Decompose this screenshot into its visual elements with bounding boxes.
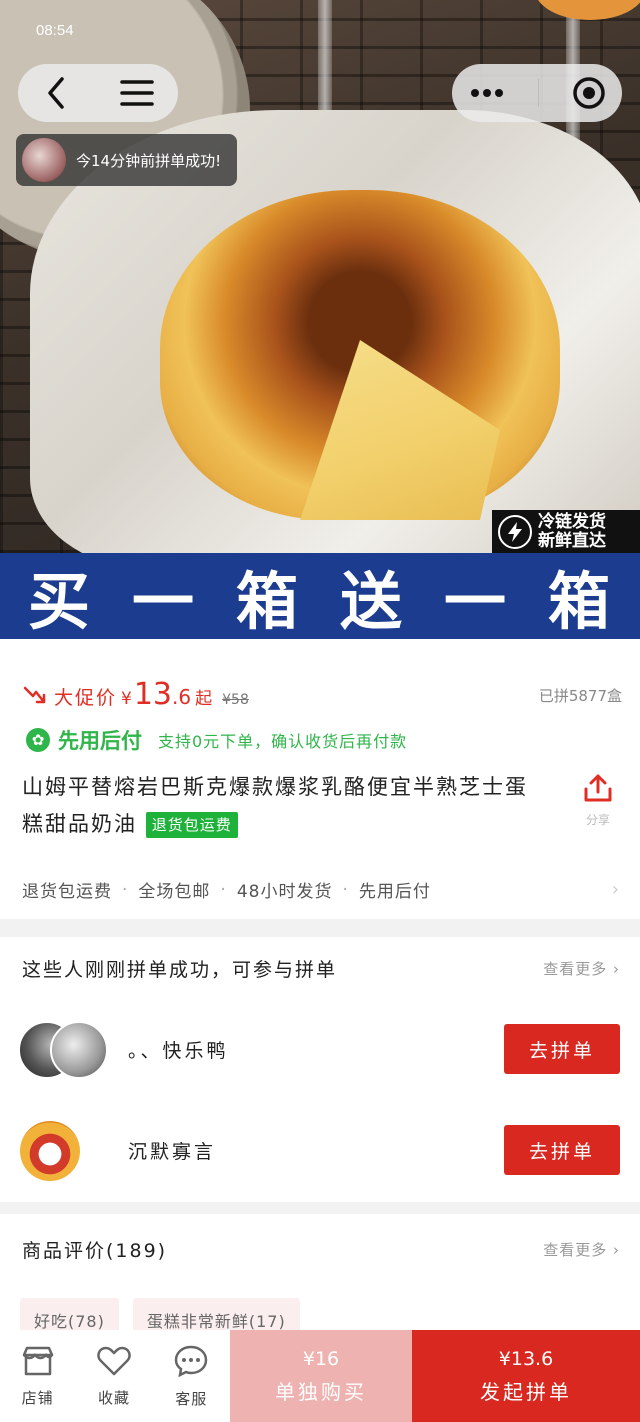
price-label: 大促价 xyxy=(54,687,118,709)
service-item: 先用后付 xyxy=(358,882,431,902)
service-guarantees[interactable]: 退货包运费 · 全场包邮 · 48小时发货 · 先用后付 › xyxy=(22,877,620,902)
price-currency: ¥ xyxy=(121,689,132,709)
group-leader-name: 。、快乐鸭 xyxy=(128,1039,229,1062)
promo-char: 送 xyxy=(339,565,404,638)
reviews-heading: 商品评价(189) xyxy=(22,1240,168,1262)
separator-dot: · xyxy=(122,879,129,900)
group-buy-heading: 这些人刚刚拼单成功，可参与拼单 xyxy=(22,959,338,981)
product-title-text: 山姆平替熔岩巴斯克爆款爆浆乳酪便宜半熟芝士蛋糕甜品奶油 xyxy=(22,775,528,836)
pay-later-desc: 支持0元下单，确认收货后再付款 xyxy=(158,732,408,751)
start-group-price: ¥13.6 xyxy=(498,1347,554,1370)
tab-customer-service[interactable]: 客服 xyxy=(173,1344,209,1409)
back-button[interactable] xyxy=(42,75,72,111)
recent-group-ticker: 今14分钟前拼单成功! xyxy=(16,134,238,186)
start-group-button[interactable]: ¥13.6 发起拼单 xyxy=(412,1330,640,1422)
nav-capsule-right xyxy=(452,64,622,122)
reviews-header: 商品评价(189) 查看更多 › xyxy=(22,1236,620,1263)
tab-favorite[interactable]: 收藏 xyxy=(96,1345,132,1408)
ticker-text: 今14分钟前拼单成功! xyxy=(76,151,222,170)
menu-icon xyxy=(120,80,154,106)
promo-char: 一 xyxy=(443,565,508,638)
menu-button[interactable] xyxy=(120,78,154,108)
group-buy-row: 。、快乐鸭 去拼单 xyxy=(0,1019,640,1079)
service-item: 全场包邮 xyxy=(138,882,211,902)
group-avatars xyxy=(18,1019,128,1079)
promo-char: 一 xyxy=(131,565,196,638)
bottom-tabs: 店铺 收藏 客服 xyxy=(0,1330,230,1422)
tab-customer-service-label: 客服 xyxy=(175,1389,208,1408)
buy-single-label: 单独购买 xyxy=(275,1379,367,1404)
cold-chain-line1: 冷链发货 xyxy=(538,511,606,532)
lightning-icon xyxy=(498,514,532,549)
cold-chain-badge: 冷链发货 新鲜直达 xyxy=(492,510,640,553)
avatar xyxy=(50,1021,108,1079)
buy-single-button[interactable]: ¥16 单独购买 xyxy=(230,1330,412,1422)
more-button[interactable] xyxy=(469,87,505,99)
leaf-icon: ✿ xyxy=(26,728,50,752)
avatar xyxy=(20,1121,80,1181)
group-buy-header: 这些人刚刚拼单成功，可参与拼单 查看更多 › xyxy=(22,955,620,982)
target-icon xyxy=(572,77,605,109)
return-shipping-tag: 退货包运费 xyxy=(145,812,238,838)
start-group-label: 发起拼单 xyxy=(480,1379,572,1404)
close-miniprogram-button[interactable] xyxy=(572,76,606,110)
tab-favorite-label: 收藏 xyxy=(97,1388,130,1407)
separator-dot: · xyxy=(342,879,349,900)
ticker-avatar xyxy=(22,138,66,182)
original-price: ¥58 xyxy=(222,692,249,708)
bottom-action-bar: 店铺 收藏 客服 ¥16 单独购买 ¥13.6 发起拼单 xyxy=(0,1330,640,1422)
price-drop-icon xyxy=(23,686,46,703)
promo-char: 买 xyxy=(27,565,92,638)
promo-banner[interactable]: 买 一 箱 送 一 箱 xyxy=(0,553,640,639)
pay-later-title: 先用后付 xyxy=(58,729,142,753)
reviews-more-link[interactable]: 查看更多 › xyxy=(543,1239,620,1260)
reviews-more-text: 查看更多 xyxy=(543,1241,608,1259)
product-info-card: 大促价 ¥ 13 .6 起 ¥58 已拼5877盒 ✿ 先用后付 支持0元下单，… xyxy=(0,639,640,919)
group-avatars xyxy=(18,1120,128,1181)
buy-single-price: ¥16 xyxy=(302,1347,340,1370)
join-group-button[interactable]: 去拼单 xyxy=(504,1125,620,1175)
join-group-button[interactable]: 去拼单 xyxy=(504,1024,620,1074)
share-icon xyxy=(584,774,612,802)
nav-capsule-left xyxy=(18,64,178,122)
group-buy-more-text: 查看更多 xyxy=(543,960,608,978)
share-button[interactable]: 分享 xyxy=(578,773,618,828)
sold-count: 已拼5877盒 xyxy=(538,687,622,705)
cold-chain-line2: 新鲜直达 xyxy=(538,530,606,551)
group-buy-row: 沉默寡言 去拼单 xyxy=(0,1120,640,1181)
product-title: 山姆平替熔岩巴斯克爆款爆浆乳酪便宜半熟芝士蛋糕甜品奶油 退货包运费 xyxy=(22,769,542,843)
chevron-left-icon xyxy=(48,77,64,109)
chat-icon xyxy=(175,1345,208,1377)
status-time: 08:54 xyxy=(36,22,74,39)
separator-dot: · xyxy=(220,879,227,900)
group-buy-section: 这些人刚刚拼单成功，可参与拼单 查看更多 › 。、快乐鸭 去拼单 沉默寡言 去拼… xyxy=(0,937,640,1202)
promo-char: 箱 xyxy=(547,565,612,638)
more-dots-icon xyxy=(470,89,503,97)
service-item: 48小时发货 xyxy=(236,882,333,902)
price-decimal: .6 xyxy=(172,685,192,709)
group-buy-more-link[interactable]: 查看更多 › xyxy=(543,958,620,979)
heart-icon xyxy=(97,1346,131,1375)
tab-store[interactable]: 店铺 xyxy=(21,1345,55,1408)
capsule-divider xyxy=(537,79,539,107)
store-icon xyxy=(22,1346,53,1375)
price-row: 大促价 ¥ 13 .6 起 ¥58 xyxy=(22,677,249,712)
pay-later-row[interactable]: ✿ 先用后付 支持0元下单，确认收货后再付款 xyxy=(26,725,407,755)
tab-store-label: 店铺 xyxy=(21,1388,54,1407)
chevron-right-icon: › xyxy=(611,879,620,900)
share-label: 分享 xyxy=(585,813,610,827)
service-item: 退货包运费 xyxy=(22,882,112,902)
group-leader-name: 沉默寡言 xyxy=(128,1140,217,1163)
price-suffix: 起 xyxy=(195,689,213,709)
price-integer: 13 xyxy=(133,677,173,712)
promo-char: 箱 xyxy=(235,565,300,638)
